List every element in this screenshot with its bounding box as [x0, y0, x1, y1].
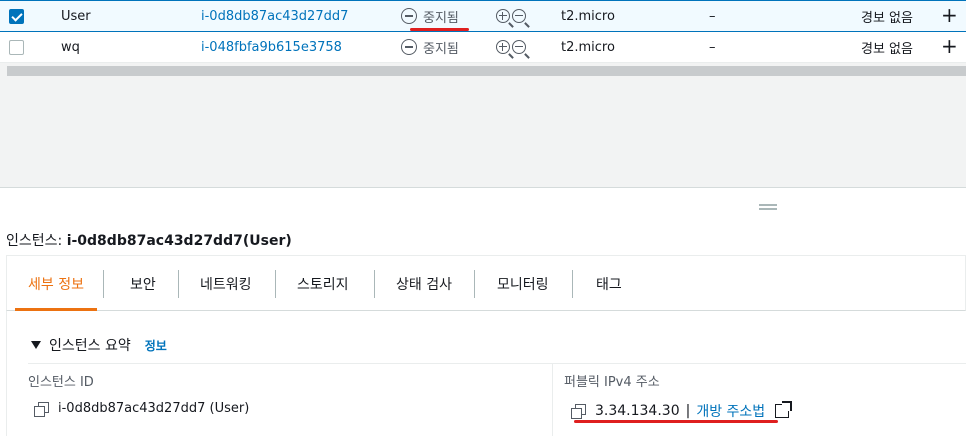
instance-id-link[interactable]: i-048fbfa9b615e3758 — [201, 40, 342, 55]
alarm-status: 경보 없음 — [861, 41, 913, 57]
instance-summary-panel: 인스턴스 요약 정보 인스턴스 ID i-0d8db87ac43d27dd7 (… — [6, 311, 966, 436]
tab-divider — [474, 270, 475, 298]
instance-state: 중지됨 — [401, 7, 459, 26]
annotation-underline — [574, 420, 778, 423]
tab-details[interactable]: 세부 정보 — [7, 256, 105, 311]
drag-handle-icon[interactable] — [759, 204, 777, 210]
instance-id-label: 인스턴스 ID — [28, 375, 94, 390]
instance-name: User — [61, 8, 91, 24]
instance-state: 중지됨 — [401, 38, 459, 57]
tab-networking[interactable]: 네트워킹 — [179, 256, 273, 311]
stopped-icon — [401, 39, 417, 55]
zoom-in-icon[interactable] — [496, 40, 510, 54]
detail-tabs: 세부 정보 보안 네트워킹 스토리지 상태 검사 모니터링 태그 — [6, 255, 966, 311]
scrollbar-thumb[interactable] — [7, 66, 966, 76]
detail-title-prefix: 인스턴스: — [6, 233, 67, 249]
tab-tags[interactable]: 태그 — [575, 256, 643, 311]
row-checkbox[interactable] — [9, 8, 24, 24]
detail-title: 인스턴스: i-0d8db87ac43d27dd7(User) — [6, 230, 292, 250]
table-row[interactable]: User i-0d8db87ac43d27dd7 중지됨 t2.micro – … — [0, 0, 966, 32]
instance-id-value: i-0d8db87ac43d27dd7 (User) — [58, 401, 250, 416]
copy-icon[interactable] — [34, 401, 49, 417]
add-alarm-button[interactable]: + — [941, 36, 958, 56]
status-check: – — [709, 39, 716, 55]
detail-title-value: i-0d8db87ac43d27dd7(User) — [66, 233, 292, 249]
caret-down-icon[interactable] — [31, 341, 41, 349]
status-check: – — [709, 8, 716, 24]
tab-divider — [103, 270, 104, 298]
public-ip-label: 퍼블릭 IPv4 주소 — [564, 375, 660, 390]
tab-status-checks[interactable]: 상태 검사 — [375, 256, 473, 311]
stopped-icon — [401, 8, 417, 24]
zoom-out-icon[interactable] — [512, 40, 526, 54]
info-link[interactable]: 정보 — [145, 337, 167, 354]
zoom-controls — [496, 9, 526, 23]
row-checkbox[interactable] — [9, 39, 24, 55]
tab-security[interactable]: 보안 — [109, 256, 177, 311]
add-alarm-button[interactable]: + — [941, 5, 958, 25]
summary-header[interactable]: 인스턴스 요약 정보 — [31, 335, 167, 355]
annotation-underline — [410, 28, 469, 31]
tab-divider — [572, 270, 573, 298]
zoom-out-icon[interactable] — [512, 9, 526, 23]
copy-icon[interactable] — [571, 404, 586, 419]
horizontal-scrollbar[interactable] — [0, 63, 966, 79]
separator: | — [685, 403, 691, 419]
zoom-controls — [496, 40, 526, 54]
instance-type: t2.micro — [561, 39, 615, 55]
open-address-link[interactable]: 개방 주소법 — [696, 401, 765, 421]
table-empty-area — [0, 79, 966, 187]
instance-type: t2.micro — [561, 8, 615, 24]
public-ip-field: 3.34.134.30 | 개방 주소법 — [571, 401, 793, 421]
tab-monitoring[interactable]: 모니터링 — [476, 256, 570, 311]
tab-storage[interactable]: 스토리지 — [276, 256, 370, 311]
summary-title: 인스턴스 요약 — [49, 338, 131, 354]
instance-state-label: 중지됨 — [423, 41, 459, 57]
panel-splitter[interactable] — [0, 187, 966, 227]
divider — [28, 363, 966, 364]
zoom-in-icon[interactable] — [496, 9, 510, 23]
external-link-icon[interactable] — [775, 401, 793, 418]
instance-name: wq — [61, 39, 80, 55]
alarm-status: 경보 없음 — [861, 10, 913, 26]
instance-state-label: 중지됨 — [423, 10, 459, 26]
instance-id-field: i-0d8db87ac43d27dd7 (User) — [34, 401, 250, 417]
public-ip-value: 3.34.134.30 — [595, 403, 680, 419]
column-divider — [552, 363, 553, 436]
table-row[interactable]: wq i-048fbfa9b615e3758 중지됨 t2.micro – 경보… — [0, 32, 966, 63]
instance-id-link[interactable]: i-0d8db87ac43d27dd7 — [201, 9, 348, 24]
